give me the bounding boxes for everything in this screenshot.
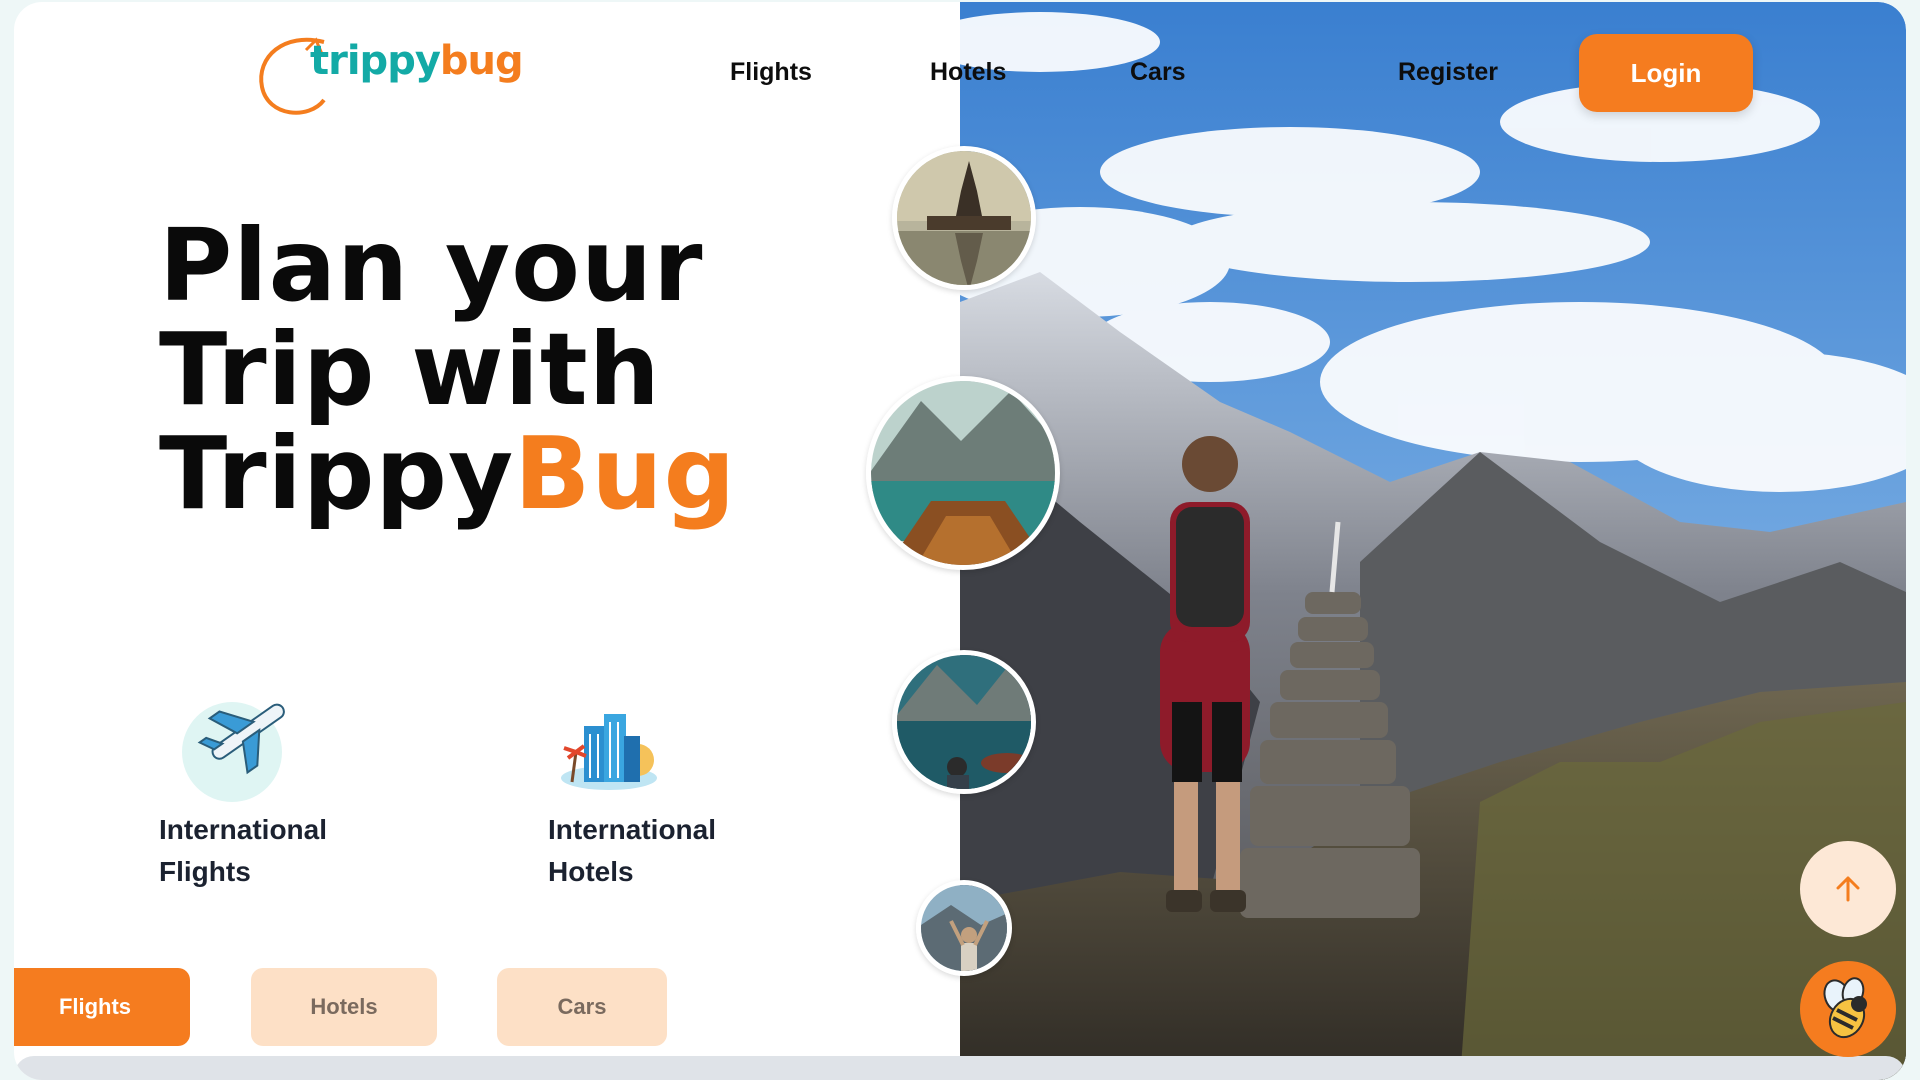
thumbnail-boat-mountain-lake[interactable] [866, 376, 1060, 570]
thumbnail-pagoda-lake[interactable] [892, 146, 1036, 290]
nav-hotels[interactable]: Hotels [930, 58, 1006, 87]
feature-flights-line1: International [159, 814, 328, 845]
nav-register[interactable]: Register [1398, 58, 1498, 87]
nav-cars[interactable]: Cars [1130, 58, 1186, 87]
feature-flights-line2: Flights [159, 856, 251, 887]
scroll-to-top-button[interactable] [1800, 841, 1896, 937]
brand-logo[interactable]: trippybug [254, 32, 524, 118]
thumbnail-person-arms-raised[interactable] [916, 880, 1012, 976]
headline-line-1: Plan your [159, 207, 704, 324]
logo-text: trippybug [310, 38, 524, 84]
hotel-buildings-icon [554, 708, 664, 798]
page-frame: trippybug Flights Hotels Cars Register L… [14, 2, 1906, 1080]
bee-mascot-icon [1823, 977, 1867, 1039]
headline-bug: Bug [514, 415, 737, 532]
hero-headline: Plan your Trip with TrippyBug [159, 214, 736, 526]
headline-trippy: Trippy [159, 415, 515, 532]
thumbnail-boats-lake[interactable] [892, 650, 1036, 794]
tab-hotels[interactable]: Hotels [251, 968, 437, 1046]
headline-line-3: TrippyBug [159, 422, 736, 526]
tab-flights[interactable]: Flights [14, 968, 190, 1046]
tab-cars[interactable]: Cars [497, 968, 667, 1046]
nav-flights[interactable]: Flights [730, 58, 812, 87]
search-panel-edge [14, 1056, 1906, 1080]
headline-line-2: Trip with [159, 311, 661, 428]
airplane-icon [166, 692, 296, 804]
feature-international-hotels[interactable]: International Hotels [548, 809, 808, 893]
chat-assistant-button[interactable] [1800, 961, 1896, 1057]
login-button[interactable]: Login [1579, 34, 1753, 112]
feature-hotels-line1: International [548, 814, 717, 845]
feature-hotels-line2: Hotels [548, 856, 634, 887]
logo-text-trippy: trippy [310, 38, 441, 84]
feature-international-flights[interactable]: International Flights [159, 809, 419, 893]
logo-text-bug: bug [439, 38, 524, 84]
arrow-up-icon [1836, 876, 1860, 902]
hero-background-image [960, 2, 1906, 1080]
